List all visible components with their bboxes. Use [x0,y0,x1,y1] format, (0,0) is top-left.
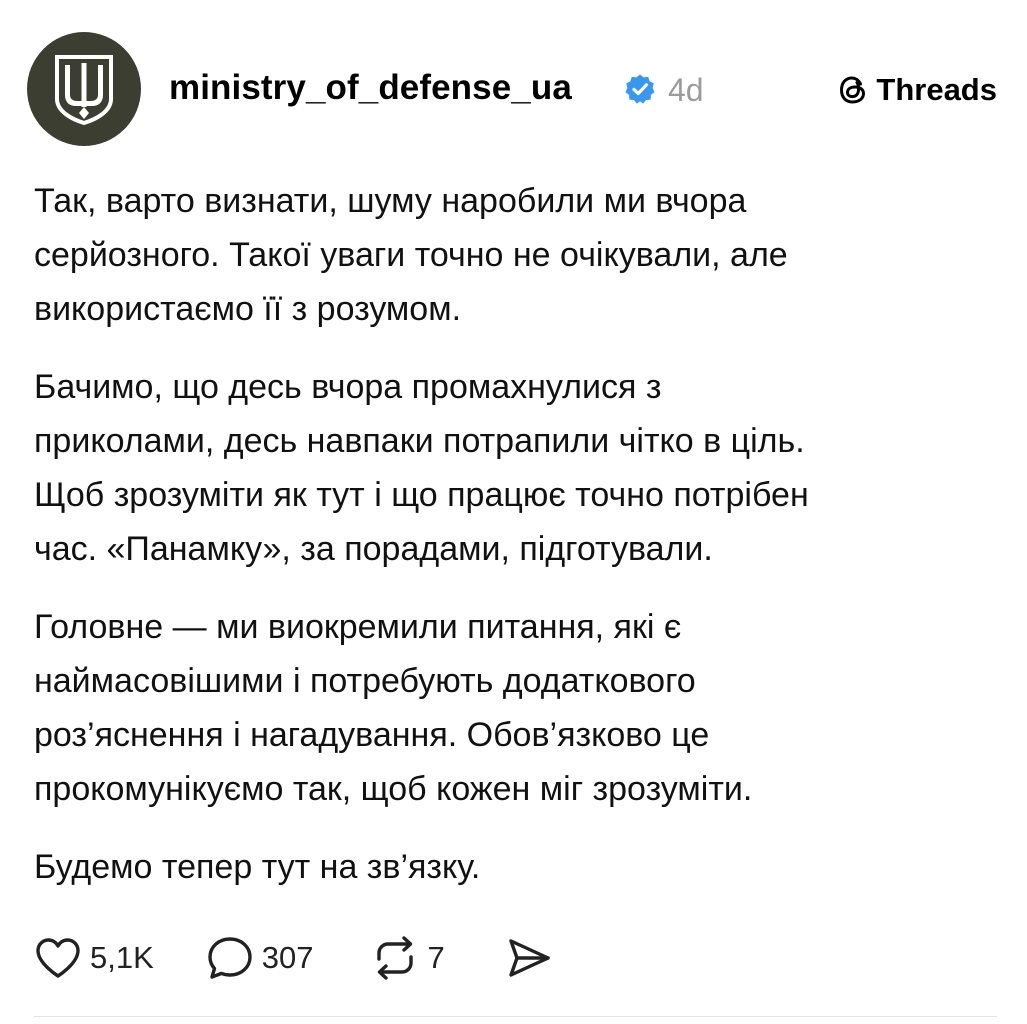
like-count: 5,1K [90,940,154,975]
post-divider [34,1016,997,1017]
post-paragraph: Так, варто визнати, шуму наробили ми вчо… [34,182,788,328]
threads-post: ministry_of_defense_ua 4d Threads Так, в… [0,0,1027,1024]
send-icon [509,939,550,977]
threads-logo-icon [840,76,866,104]
threads-brand-label: Threads [876,72,997,107]
post-header: ministry_of_defense_ua 4d Threads [27,32,997,146]
trident-emblem-icon [55,55,113,125]
reply-button[interactable]: 307 [206,935,314,981]
post-paragraph: Головне — ми виокремили питання, які є н… [34,608,753,808]
post-paragraph: Будемо тепер тут на зв’язку. [34,848,481,886]
post-timestamp: 4d [668,72,704,108]
reply-count: 307 [261,940,314,975]
verified-badge-icon [625,74,655,104]
avatar[interactable] [27,32,141,146]
repost-count: 7 [427,940,445,975]
author-username[interactable]: ministry_of_defense_ua [169,68,572,108]
post-body: Так, варто визнати, шуму наробили ми вчо… [34,174,1004,918]
post-actions: 5,1K 307 7 [34,930,553,986]
threads-brand-link[interactable]: Threads [836,72,997,108]
repost-button[interactable]: 7 [370,935,445,981]
like-button[interactable]: 5,1K [34,936,154,980]
share-button[interactable] [505,936,553,980]
repost-icon [376,936,413,980]
comment-bubble-icon [208,937,252,979]
post-paragraph: Бачимо, що десь вчора промахнулися з при… [34,368,809,568]
heart-icon [36,938,80,978]
